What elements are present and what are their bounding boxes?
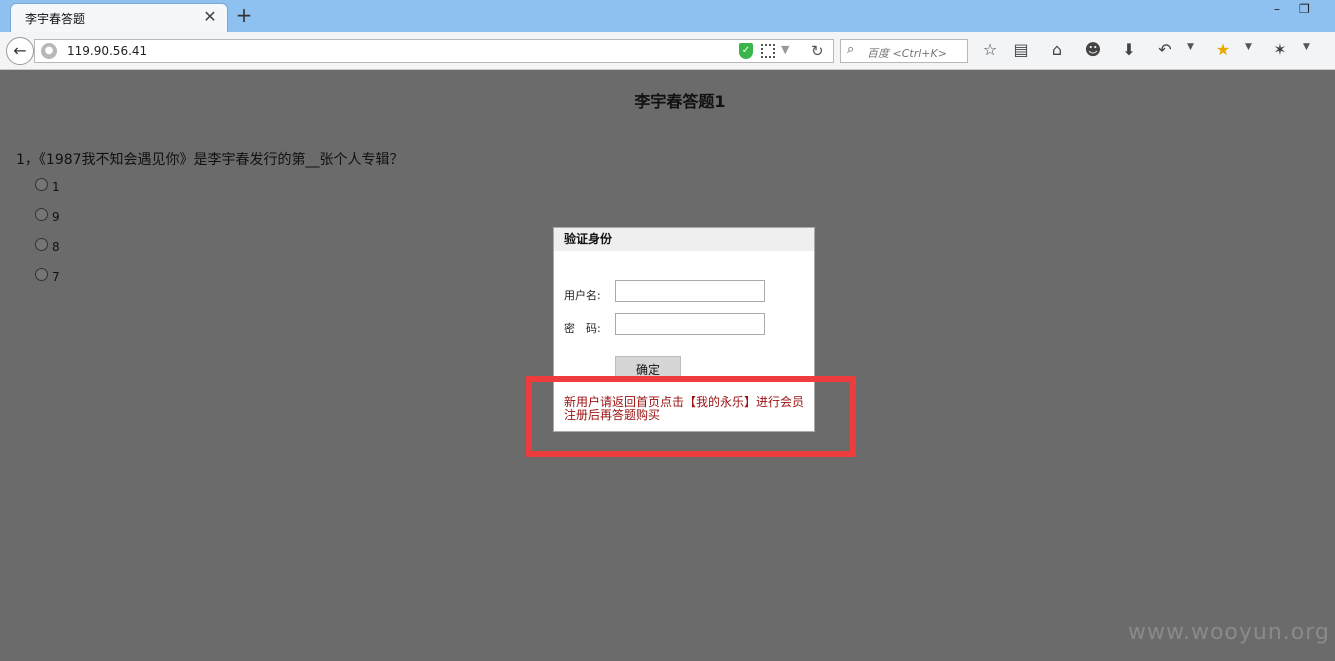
option-label: 8: [52, 240, 60, 254]
browser-tab[interactable]: 李宇春答题 ✕: [10, 3, 228, 32]
download-icon[interactable]: ⬇: [1119, 40, 1139, 59]
search-placeholder: 百度 <Ctrl+K>: [867, 47, 947, 60]
page-title: 李宇春答题1: [634, 92, 726, 111]
password-label: 密 码:: [564, 322, 601, 335]
dialog-title: 验证身份: [554, 228, 814, 251]
tab-strip: 李宇春答题 ✕ + – ❐: [0, 0, 1335, 32]
favorites-icon[interactable]: ★: [1213, 40, 1233, 59]
close-icon[interactable]: ✕: [201, 7, 219, 26]
tab-title: 李宇春答题: [25, 12, 86, 26]
minimize-icon[interactable]: –: [1274, 2, 1280, 16]
extension-icon[interactable]: ✶: [1270, 40, 1290, 59]
username-input[interactable]: [615, 280, 765, 302]
watermark: www.wooyun.org: [1128, 620, 1330, 645]
chevron-down-icon[interactable]: ▼: [1303, 42, 1310, 52]
new-tab-button[interactable]: +: [234, 3, 254, 27]
bookmark-star-icon[interactable]: ☆: [980, 40, 1000, 59]
url-bar[interactable]: ● 119.90.56.41 ✓ ▼ ↻: [34, 39, 834, 63]
question-text: 1，《1987我不知会遇见你》是李宇春发行的第__张个人专辑？: [16, 152, 404, 168]
reload-icon[interactable]: ↻: [811, 42, 824, 60]
radio-button[interactable]: [35, 178, 48, 191]
navigation-bar: ← ● 119.90.56.41 ✓ ▼ ↻ ⌕ 百度 <Ctrl+K> ☆ ▤…: [0, 32, 1335, 70]
restore-icon[interactable]: ❐: [1299, 2, 1310, 16]
shield-icon[interactable]: ✓: [739, 43, 753, 59]
chevron-down-icon[interactable]: ▼: [781, 43, 789, 56]
url-text[interactable]: 119.90.56.41: [67, 44, 147, 58]
qr-code-icon[interactable]: [761, 44, 775, 58]
chevron-down-icon[interactable]: ▼: [1187, 42, 1194, 52]
home-icon[interactable]: ⌂: [1047, 40, 1067, 59]
option-label: 9: [52, 210, 60, 224]
username-label: 用户名:: [564, 289, 601, 302]
reading-list-icon[interactable]: ▤: [1011, 40, 1031, 59]
globe-icon: ●: [41, 43, 57, 59]
back-button[interactable]: ←: [6, 37, 34, 65]
password-input[interactable]: [615, 313, 765, 335]
radio-button[interactable]: [35, 238, 48, 251]
highlight-annotation: [526, 376, 856, 457]
search-icon: ⌕: [847, 42, 855, 57]
chevron-down-icon[interactable]: ▼: [1245, 42, 1252, 52]
option-label: 1: [52, 180, 60, 194]
radio-button[interactable]: [35, 208, 48, 221]
option-label: 7: [52, 270, 60, 284]
radio-button[interactable]: [35, 268, 48, 281]
search-input[interactable]: ⌕ 百度 <Ctrl+K>: [840, 39, 968, 63]
undo-icon[interactable]: ↶: [1155, 40, 1175, 59]
smiley-icon[interactable]: ☻: [1083, 40, 1103, 59]
